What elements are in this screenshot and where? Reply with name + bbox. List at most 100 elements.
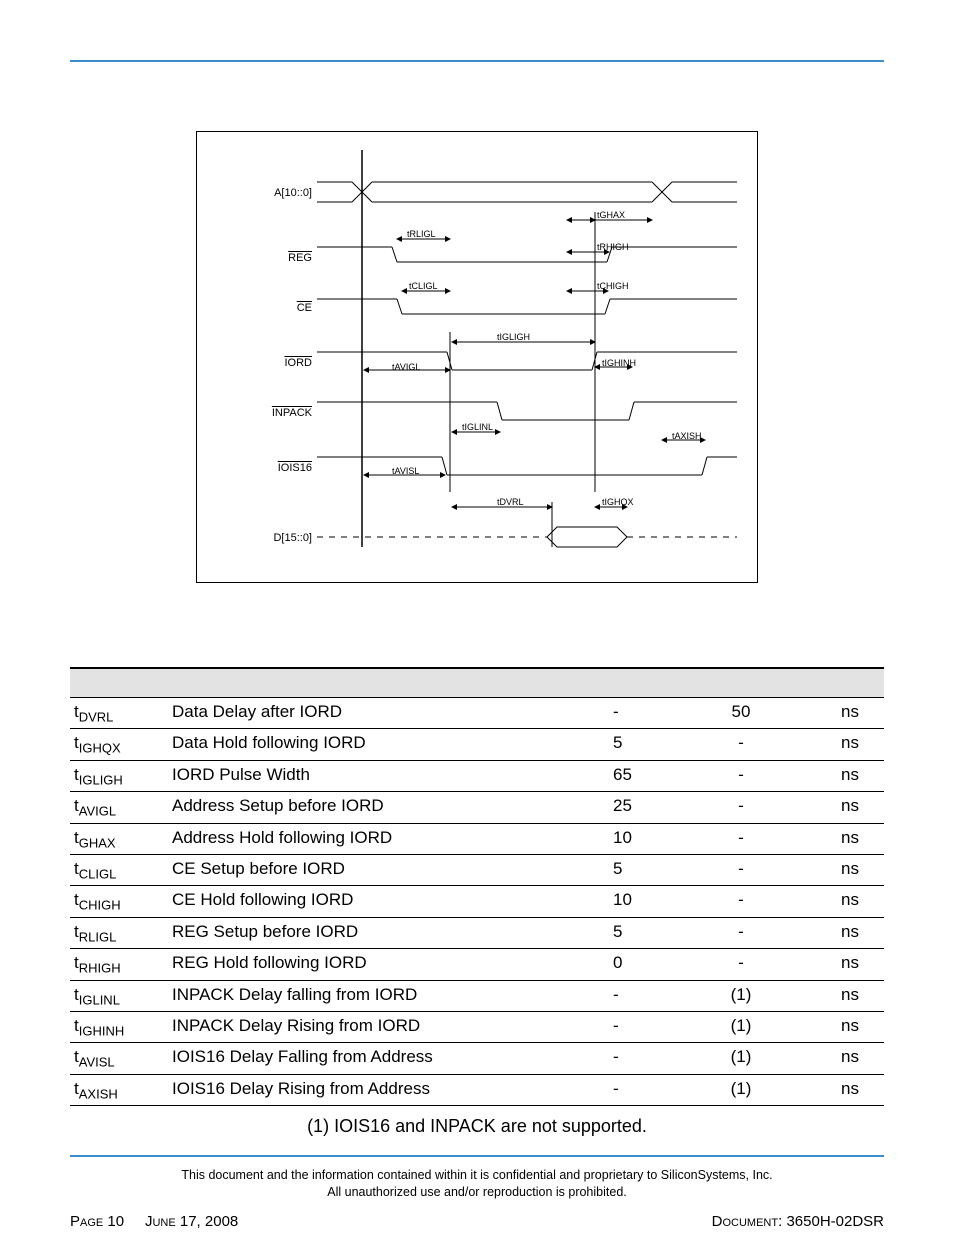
- page-footer: Page 10 June 17, 2008 Document: 3650H-02…: [70, 1213, 884, 1230]
- timing-diagram-figure: A[10::0] REG CE IORD INPACK IOIS16 D[15:…: [70, 77, 884, 637]
- param-min: 5: [609, 729, 687, 760]
- param-unit: ns: [795, 760, 884, 791]
- footer-page: Page 10 June 17, 2008: [70, 1213, 238, 1230]
- footer-page-word: Page: [70, 1213, 103, 1230]
- param-unit: ns: [795, 698, 884, 729]
- param-min: 5: [609, 917, 687, 948]
- timing-label: tCLIGL: [409, 281, 438, 291]
- param-min: -: [609, 1074, 687, 1105]
- table-row: tIGHQXData Hold following IORD5-ns: [70, 729, 884, 760]
- param-min: 65: [609, 760, 687, 791]
- param-description: REG Setup before IORD: [168, 917, 609, 948]
- timing-label: tIGLIGH: [497, 332, 530, 342]
- table-row: tIGHINHINPACK Delay Rising from IORD-(1)…: [70, 1011, 884, 1042]
- table-row: tCLIGLCE Setup before IORD5-ns: [70, 854, 884, 885]
- param-description: CE Setup before IORD: [168, 854, 609, 885]
- param-description: INPACK Delay falling from IORD: [168, 980, 609, 1011]
- disclaimer-line: All unauthorized use and/or reproduction…: [327, 1185, 627, 1199]
- param-unit: ns: [795, 886, 884, 917]
- param-symbol: tIGHQX: [70, 729, 168, 760]
- disclaimer-line: This document and the information contai…: [181, 1168, 772, 1182]
- param-min: -: [609, 980, 687, 1011]
- param-symbol: tCLIGL: [70, 854, 168, 885]
- header-rule: [70, 60, 884, 62]
- param-unit: ns: [795, 949, 884, 980]
- param-symbol: tRLIGL: [70, 917, 168, 948]
- param-max: 50: [687, 698, 795, 729]
- param-max: -: [687, 729, 795, 760]
- timing-label: tGHAX: [597, 210, 625, 220]
- table-header-band: [70, 669, 884, 698]
- param-unit: ns: [795, 792, 884, 823]
- timing-diagram-box: A[10::0] REG CE IORD INPACK IOIS16 D[15:…: [196, 131, 758, 583]
- param-unit: ns: [795, 980, 884, 1011]
- param-symbol: tGHAX: [70, 823, 168, 854]
- param-unit: ns: [795, 729, 884, 760]
- timing-label: tCHIGH: [597, 281, 629, 291]
- footer-date-rest: 17, 2008: [180, 1213, 238, 1230]
- param-max: (1): [687, 980, 795, 1011]
- timing-label: tIGLINL: [462, 422, 493, 432]
- timing-diagram-svg: [197, 132, 757, 582]
- table-row: tGHAXAddress Hold following IORD10-ns: [70, 823, 884, 854]
- document-page: A[10::0] REG CE IORD INPACK IOIS16 D[15:…: [0, 0, 954, 1260]
- param-symbol: tDVRL: [70, 698, 168, 729]
- table-row: tDVRLData Delay after IORD-50ns: [70, 698, 884, 729]
- param-unit: ns: [795, 1074, 884, 1105]
- param-description: CE Hold following IORD: [168, 886, 609, 917]
- timing-label: tIGHQX: [602, 497, 634, 507]
- param-max: (1): [687, 1011, 795, 1042]
- param-description: Data Hold following IORD: [168, 729, 609, 760]
- parameter-table: tDVRLData Delay after IORD-50nstIGHQXDat…: [70, 698, 884, 1106]
- timing-label: tAVISL: [392, 466, 419, 476]
- param-symbol: tAVIGL: [70, 792, 168, 823]
- param-unit: ns: [795, 823, 884, 854]
- param-min: -: [609, 698, 687, 729]
- param-description: Address Setup before IORD: [168, 792, 609, 823]
- param-symbol: tIGHINH: [70, 1011, 168, 1042]
- param-min: 10: [609, 886, 687, 917]
- table-row: tIGLIGHIORD Pulse Width65-ns: [70, 760, 884, 791]
- param-description: Address Hold following IORD: [168, 823, 609, 854]
- param-min: 10: [609, 823, 687, 854]
- table-row: tRLIGLREG Setup before IORD5-ns: [70, 917, 884, 948]
- param-symbol: tCHIGH: [70, 886, 168, 917]
- table-row: tRHIGHREG Hold following IORD0-ns: [70, 949, 884, 980]
- footer-rule: [70, 1155, 884, 1157]
- param-max: -: [687, 760, 795, 791]
- param-symbol: tAXISH: [70, 1074, 168, 1105]
- footer-page-number: 10: [107, 1213, 124, 1230]
- param-symbol: tIGLIGH: [70, 760, 168, 791]
- footer-doc-id: : 3650H-02DSR: [778, 1213, 884, 1230]
- table-row: tCHIGHCE Hold following IORD10-ns: [70, 886, 884, 917]
- param-max: -: [687, 823, 795, 854]
- param-description: IOIS16 Delay Rising from Address: [168, 1074, 609, 1105]
- param-max: -: [687, 792, 795, 823]
- timing-label: tAXISH: [672, 431, 702, 441]
- footer-date-month: June: [145, 1213, 176, 1230]
- footer-document: Document: 3650H-02DSR: [712, 1213, 884, 1230]
- param-max: -: [687, 949, 795, 980]
- table-row: tAXISHIOIS16 Delay Rising from Address-(…: [70, 1074, 884, 1105]
- param-unit: ns: [795, 1043, 884, 1074]
- param-min: -: [609, 1011, 687, 1042]
- param-max: (1): [687, 1043, 795, 1074]
- timing-label: tRHIGH: [597, 242, 629, 252]
- param-symbol: tIGLINL: [70, 980, 168, 1011]
- timing-label: tDVRL: [497, 497, 524, 507]
- param-min: -: [609, 1043, 687, 1074]
- footer-doc-word: Document: [712, 1213, 778, 1230]
- param-description: REG Hold following IORD: [168, 949, 609, 980]
- param-min: 0: [609, 949, 687, 980]
- table-row: tAVIGLAddress Setup before IORD25-ns: [70, 792, 884, 823]
- param-unit: ns: [795, 1011, 884, 1042]
- table-footnote: (1) IOIS16 and INPACK are not supported.: [70, 1106, 884, 1143]
- timing-label: tAVIGL: [392, 362, 420, 372]
- param-min: 25: [609, 792, 687, 823]
- param-description: IORD Pulse Width: [168, 760, 609, 791]
- parameter-table-block: tDVRLData Delay after IORD-50nstIGHQXDat…: [70, 667, 884, 1143]
- param-max: -: [687, 886, 795, 917]
- param-symbol: tAVISL: [70, 1043, 168, 1074]
- param-description: IOIS16 Delay Falling from Address: [168, 1043, 609, 1074]
- param-symbol: tRHIGH: [70, 949, 168, 980]
